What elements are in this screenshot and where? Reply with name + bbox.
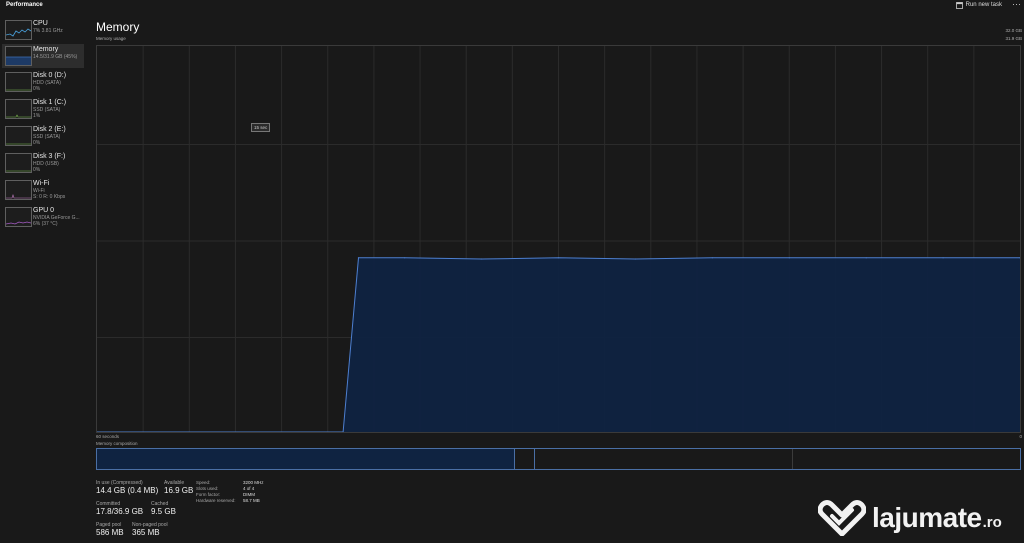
page-title: Memory [96,20,140,34]
memory-usage-point [865,257,867,259]
heart-logo-icon [818,500,866,536]
spec-reserved-value: 58.7 MB [243,498,260,503]
sidebar-item-label: Memory [33,46,59,53]
x-axis-start-label: 60 seconds [96,434,120,439]
memory-usage-point [788,257,790,259]
sidebar-item-cpu[interactable]: CPU 7% 3.81 GHz [2,18,84,42]
memory-thumbnail [5,46,32,66]
composition-modified[interactable] [514,449,535,469]
total-memory-sub: 31.9 GB [1005,36,1022,41]
sidebar-item-detail: S: 0 R: 0 Kbps [33,194,66,200]
stat-committed: Committed 17.8/36.9 GB [96,501,143,517]
stat-value: 9.5 GB [151,507,176,516]
app-title: Performance [6,2,43,8]
graph-max-label: 32.0 GB 31.9 GB [1005,27,1022,43]
memory-usage-point [481,258,483,260]
graph-label: Memory usage [96,36,126,41]
memory-panel: Memory Memory usage 32.0 GB 31.9 GB 15 s… [96,0,1024,543]
disk-thumbnail [5,99,32,119]
memory-usage-point [357,257,360,259]
sidebar-item-disk-3[interactable]: Disk 3 (F:) HDD (USB) 0% [2,151,84,175]
stat-available: Available 16.9 GB [164,480,193,496]
composition-label: Memory composition [96,441,138,446]
memory-usage-point [404,257,406,259]
sidebar-item-label: Wi-Fi [33,180,50,187]
sidebar: CPU 7% 3.81 GHz Memory 14.5/31.9 GB (45%… [0,16,86,543]
sidebar-item-detail: 7% 3.81 GHz [33,28,63,34]
stat-non-paged-pool: Non-paged pool 365 MB [132,522,168,538]
sidebar-item-wifi[interactable]: Wi-Fi Wi-Fi S: 0 R: 0 Kbps [2,178,84,202]
gpu-thumbnail [5,207,32,227]
sidebar-item-detail: 0% [33,86,41,92]
stat-value: 586 MB [96,528,124,537]
sidebar-item-label: CPU [33,20,48,27]
spec-values: 3200 MHz 4 of 4 DIMM 58.7 MB [243,480,264,504]
wifi-thumbnail [5,180,32,200]
spec-labels: Speed: Slots used: Form factor: Hardware… [196,480,236,504]
sidebar-item-label: Disk 1 (C:) [33,99,67,106]
x-axis-end-label: 0 [1019,434,1022,439]
stat-value: 365 MB [132,528,160,537]
watermark-suffix: .ro [982,513,1002,531]
memory-composition-bar [96,448,1021,470]
watermark-logo: lajumate .ro [818,498,1018,538]
stat-value: 14.4 GB (0.4 MB) [96,486,159,495]
stat-in-use: In use (Compressed) 14.4 GB (0.4 MB) [96,480,158,496]
graph-tooltip: 15 sec [251,123,271,132]
stat-value: 17.8/36.9 GB [96,507,144,516]
disk-thumbnail [5,72,32,92]
composition-in-use[interactable] [97,449,515,469]
sidebar-item-detail: 0% [33,167,41,173]
sidebar-item-label: Disk 2 (E:) [33,126,66,133]
memory-usage-graph: 15 sec [96,45,1021,433]
sidebar-item-gpu-0[interactable]: GPU 0 NVIDIA GeForce G... 6% (37 °C) [2,205,84,229]
disk-thumbnail [5,126,32,146]
memory-usage-point [557,257,560,259]
sidebar-item-label: GPU 0 [33,207,55,214]
sidebar-item-memory[interactable]: Memory 14.5/31.9 GB (45%) [2,44,84,68]
sidebar-item-disk-0[interactable]: Disk 0 (D:) HDD (SATA) 0% [2,70,84,94]
sidebar-item-detail: 0% [33,140,41,146]
sidebar-item-disk-1[interactable]: Disk 1 (C:) SSD (SATA) 1% [2,97,84,121]
total-memory-top: 32.0 GB [1005,28,1022,33]
cpu-thumbnail [5,20,32,40]
sidebar-item-detail: 14.5/31.9 GB (45%) [33,54,78,60]
sidebar-item-label: Disk 3 (F:) [33,153,66,160]
spec-reserved-label: Hardware reserved: [196,498,236,503]
composition-standby-divider [792,449,793,469]
memory-usage-point [711,257,713,259]
stat-cached: Cached 9.5 GB [151,501,176,517]
sidebar-item-detail: 1% [33,113,41,119]
stat-paged-pool: Paged pool 586 MB [96,522,124,538]
sidebar-item-detail: 6% (37 °C) [33,221,58,227]
disk-thumbnail [5,153,32,173]
memory-usage-point [942,257,944,259]
memory-usage-point [634,258,637,260]
sidebar-item-disk-2[interactable]: Disk 2 (E:) SSD (SATA) 0% [2,124,84,148]
sidebar-item-label: Disk 0 (D:) [33,72,67,79]
stat-value: 16.9 GB [164,486,194,495]
watermark-text: lajumate [872,502,982,533]
memory-usage-chart [97,46,1020,432]
memory-usage-point [97,431,98,432]
